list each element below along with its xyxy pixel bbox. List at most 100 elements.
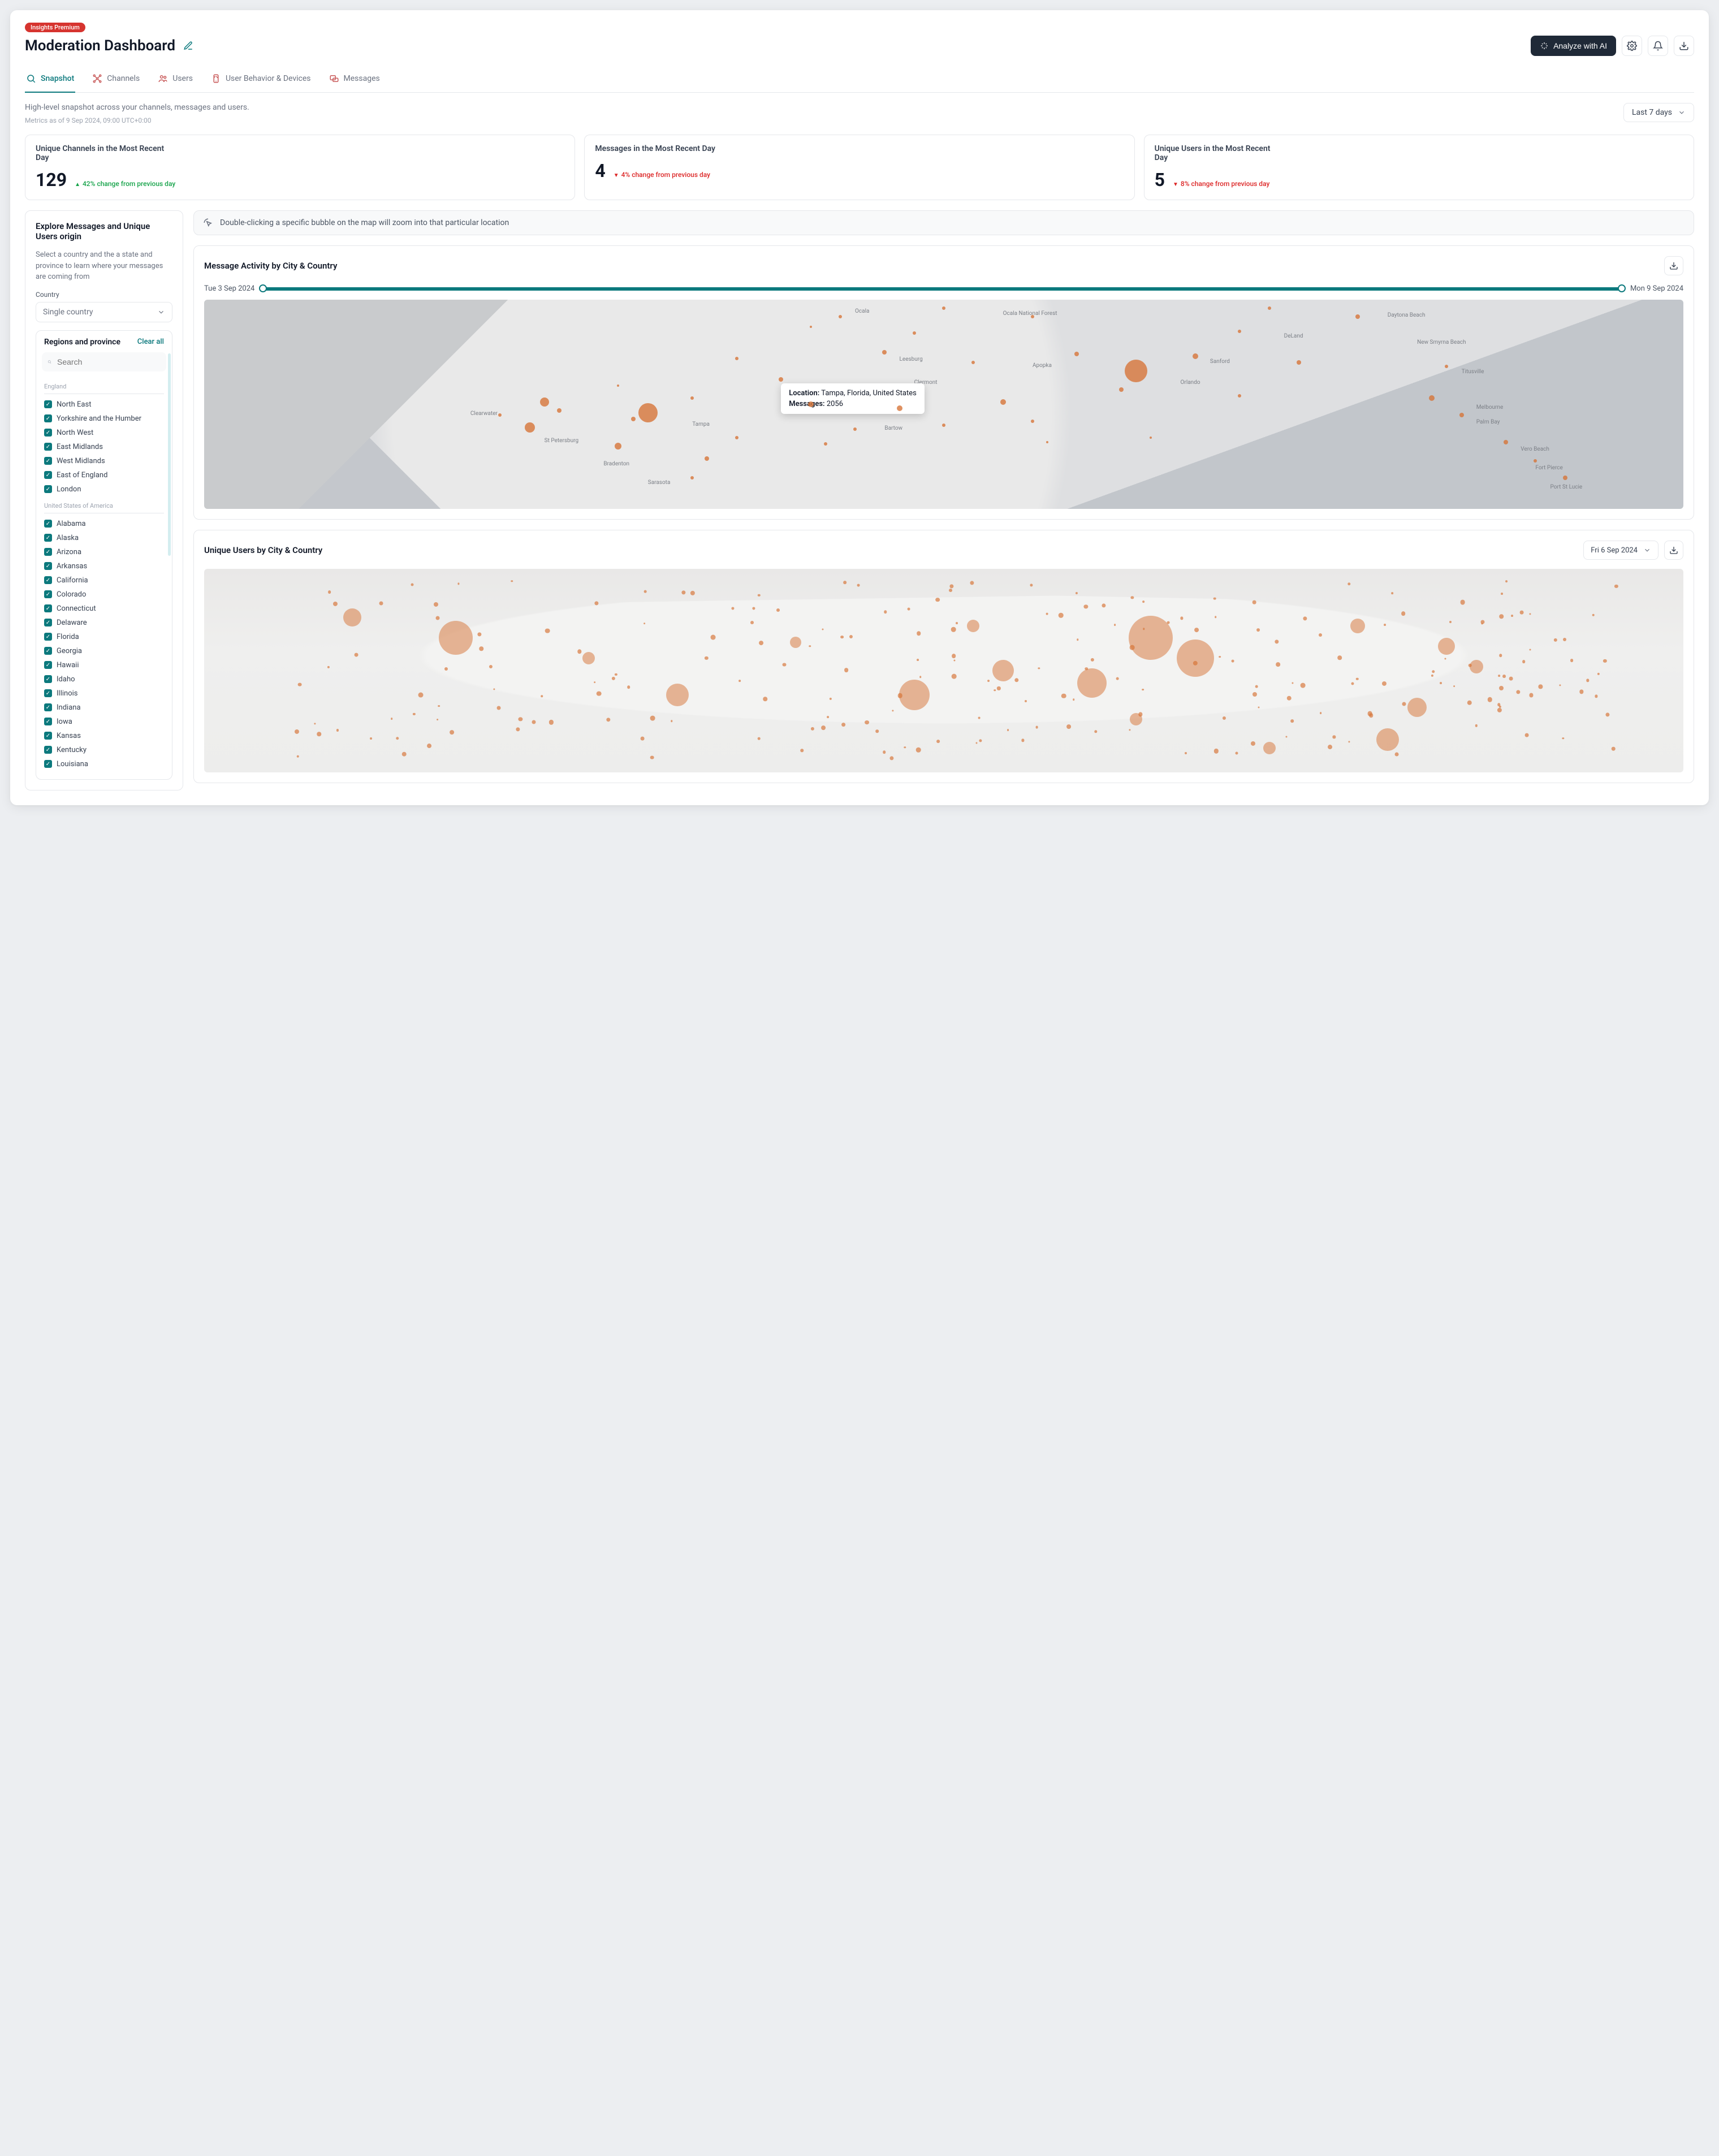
- map-bubble[interactable]: [1562, 737, 1563, 739]
- map-bubble[interactable]: [883, 751, 886, 754]
- map-bubble[interactable]: [908, 608, 910, 611]
- map-bubble[interactable]: [1268, 306, 1271, 310]
- map-bubble[interactable]: [1025, 700, 1027, 702]
- map-bubble[interactable]: [1502, 675, 1506, 678]
- map-bubble[interactable]: [1355, 314, 1360, 319]
- map-bubble[interactable]: [1481, 623, 1483, 625]
- map-bubble[interactable]: [1167, 621, 1170, 624]
- map-bubble[interactable]: [355, 653, 359, 657]
- map-bubble[interactable]: [1459, 413, 1464, 417]
- map-bubble[interactable]: [295, 729, 299, 734]
- map-bubble[interactable]: [1061, 694, 1066, 699]
- map-bubble[interactable]: [840, 636, 844, 639]
- map-bubble[interactable]: [1606, 712, 1610, 716]
- map-bubble[interactable]: [666, 684, 689, 706]
- map-bubble[interactable]: [1290, 720, 1294, 723]
- map-bubble[interactable]: [1114, 624, 1116, 626]
- region-checkbox[interactable]: ✓Connecticut: [44, 602, 164, 616]
- slider-handle-right[interactable]: [1618, 284, 1626, 292]
- map-bubble[interactable]: [1130, 645, 1135, 650]
- map-bubble[interactable]: [899, 680, 930, 710]
- map-bubble[interactable]: [297, 755, 299, 757]
- map-bubble[interactable]: [1142, 689, 1144, 691]
- map-bubble[interactable]: [557, 408, 562, 413]
- map-bubble[interactable]: [841, 723, 846, 727]
- map-bubble[interactable]: [1142, 600, 1144, 603]
- map-bubble[interactable]: [690, 396, 694, 400]
- map-bubble[interactable]: [1407, 698, 1427, 717]
- map-bubble[interactable]: [897, 693, 902, 698]
- map-bubble[interactable]: [549, 720, 554, 724]
- map-bubble[interactable]: [1376, 728, 1399, 751]
- map-bubble[interactable]: [1460, 599, 1465, 604]
- map-bubble[interactable]: [1614, 585, 1618, 588]
- map-bubble[interactable]: [1499, 706, 1501, 708]
- map-bubble[interactable]: [1505, 580, 1508, 582]
- map-bubble[interactable]: [705, 456, 709, 461]
- map-bubble[interactable]: [1402, 702, 1406, 706]
- region-checkbox[interactable]: ✓Idaho: [44, 672, 164, 686]
- map-bubble[interactable]: [1445, 365, 1448, 368]
- map-bubble[interactable]: [540, 398, 549, 407]
- map-bubble[interactable]: [1348, 741, 1350, 742]
- map-bubble[interactable]: [1255, 685, 1258, 688]
- map-bubble[interactable]: [525, 422, 535, 433]
- map-bubble[interactable]: [1119, 387, 1124, 392]
- map-bubble[interactable]: [1000, 399, 1006, 405]
- map-bubble[interactable]: [1030, 584, 1033, 587]
- map-bubble[interactable]: [615, 443, 621, 450]
- map-bubble[interactable]: [439, 621, 473, 655]
- map-bubble[interactable]: [839, 315, 842, 318]
- map-bubble[interactable]: [1438, 638, 1455, 655]
- map-bubble[interactable]: [750, 621, 754, 624]
- region-checkbox[interactable]: ✓Indiana: [44, 701, 164, 715]
- map-bubble[interactable]: [790, 637, 801, 648]
- map-bubble[interactable]: [597, 691, 602, 696]
- map-bubble[interactable]: [952, 654, 956, 659]
- map-bubble[interactable]: [1213, 597, 1216, 600]
- map-bubble[interactable]: [978, 716, 981, 719]
- map-bubble[interactable]: [865, 720, 869, 725]
- map-bubble[interactable]: [402, 751, 407, 757]
- map-bubble[interactable]: [1077, 668, 1107, 698]
- map-bubble[interactable]: [853, 427, 857, 431]
- map-bubble[interactable]: [949, 589, 952, 592]
- map-bubble[interactable]: [1487, 697, 1492, 702]
- map-bubble[interactable]: [971, 361, 975, 364]
- map-bubble[interactable]: [1347, 582, 1350, 585]
- map-bubble[interactable]: [690, 590, 695, 595]
- map-bubble[interactable]: [1337, 656, 1342, 660]
- map-bubble[interactable]: [1603, 659, 1606, 663]
- map-bubble[interactable]: [992, 660, 1014, 681]
- map-bubble[interactable]: [1449, 621, 1452, 623]
- map-bubble[interactable]: [810, 326, 812, 328]
- map-bubble[interactable]: [690, 476, 694, 479]
- map-bubble[interactable]: [917, 659, 919, 661]
- map-bubble[interactable]: [822, 629, 824, 630]
- map-bubble[interactable]: [1501, 593, 1503, 595]
- map-bubble[interactable]: [1597, 673, 1599, 675]
- map-bubble[interactable]: [317, 732, 322, 737]
- map-bubble[interactable]: [1504, 440, 1508, 444]
- map-bubble[interactable]: [758, 737, 761, 740]
- region-checkbox[interactable]: ✓North East: [44, 398, 164, 412]
- map-bubble[interactable]: [1125, 360, 1147, 382]
- clear-all-link[interactable]: Clear all: [137, 338, 164, 346]
- map-bubble[interactable]: [1236, 752, 1238, 755]
- map-bubble[interactable]: [1384, 624, 1386, 626]
- map-bubble[interactable]: [1520, 611, 1524, 615]
- map-bubble[interactable]: [1320, 712, 1322, 714]
- map-bubble[interactable]: [994, 689, 996, 692]
- map-bubble[interactable]: [437, 719, 439, 721]
- region-checkbox[interactable]: ✓Colorado: [44, 587, 164, 602]
- region-checkbox[interactable]: ✓California: [44, 573, 164, 587]
- map-bubble[interactable]: [650, 755, 654, 759]
- map-bubble[interactable]: [763, 697, 767, 701]
- map-bubble[interactable]: [1073, 698, 1075, 701]
- map-bubble[interactable]: [336, 729, 339, 731]
- map-bubble[interactable]: [411, 584, 414, 586]
- map-bubble[interactable]: [1194, 628, 1199, 632]
- map-bubble[interactable]: [314, 723, 316, 724]
- map-bubble[interactable]: [827, 716, 829, 718]
- map-bubble[interactable]: [735, 357, 738, 360]
